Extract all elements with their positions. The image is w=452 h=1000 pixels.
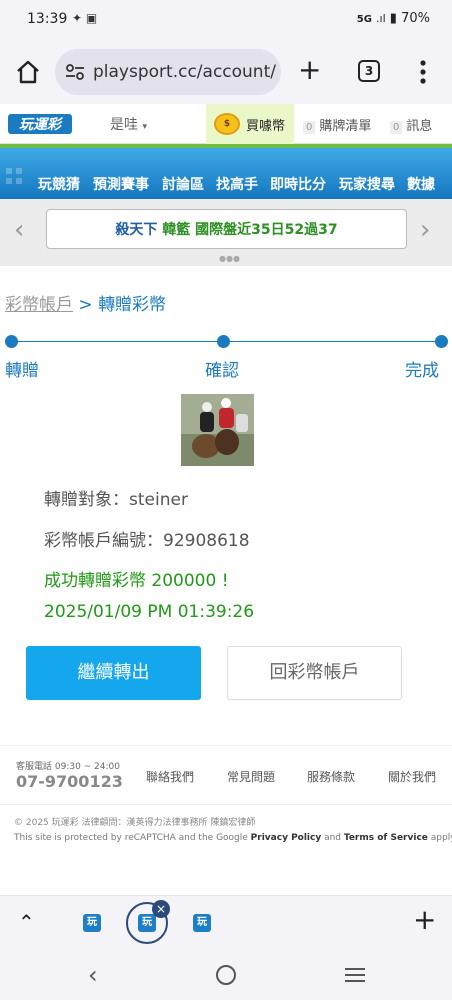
tab-strip: ⌃ 玩 玩 × 玩 + — [0, 895, 452, 951]
user-name: 是哇 — [110, 117, 138, 133]
network-label: 5G — [356, 14, 372, 25]
recaptcha-prefix: This site is protected by reCAPTCHA and … — [14, 833, 251, 843]
battery-icon: ▮ — [389, 11, 397, 26]
more-menu-icon[interactable] — [420, 60, 426, 84]
user-menu[interactable]: 是哇 ▾ — [110, 114, 147, 134]
footer-link-terms[interactable]: 服務條款 — [307, 768, 355, 785]
nav-item-experts[interactable]: 找高手 — [216, 174, 258, 194]
cart-label: 購牌清單 — [319, 119, 372, 134]
new-tab-icon[interactable]: + — [298, 56, 321, 84]
avatar — [181, 394, 254, 466]
privacy-policy-link[interactable]: Privacy Policy — [251, 833, 322, 843]
step-dot-3 — [435, 335, 448, 348]
nav-item-livescore[interactable]: 即時比分 — [270, 174, 326, 194]
battery-level: 70% — [401, 11, 430, 26]
step-label-transfer: 轉贈 — [5, 361, 39, 381]
status-time: 13:39 — [27, 11, 68, 27]
footer-link-faq[interactable]: 常見問題 — [227, 768, 275, 785]
nav-item-guess[interactable]: 玩競猜 — [38, 174, 80, 194]
message-count-badge: 0 — [390, 121, 403, 134]
step-label-done: 完成 — [405, 361, 439, 381]
add-tab-icon[interactable]: + — [413, 906, 436, 934]
hotline-label: 客服電話 09:30 ~ 24:00 — [16, 762, 120, 772]
site-logo[interactable]: 玩運彩 — [8, 112, 72, 136]
recipient-text: 轉贈對象：steiner — [44, 490, 188, 510]
tab-thumb-2[interactable]: 玩 — [138, 914, 156, 932]
footer-link-contact[interactable]: 聯絡我們 — [146, 768, 194, 785]
chevron-left-icon[interactable]: ‹ — [14, 215, 24, 245]
continue-transfer-button[interactable]: 繼續轉出 — [26, 646, 201, 700]
back-icon[interactable]: ‹ — [88, 961, 98, 989]
caret-down-icon: ▾ — [142, 122, 147, 132]
account-number-text: 彩幣帳戶編號：92908618 — [44, 531, 250, 551]
nav-item-stats[interactable]: 數據 — [407, 174, 435, 194]
step-label-confirm: 確認 — [205, 361, 239, 381]
notification-icons: ✦ ▣ — [72, 11, 98, 25]
browser-toolbar: playsport.cc/account/ + 3 — [0, 40, 452, 104]
status-right: 5G .ıl ▮ 70% — [357, 11, 430, 26]
tab-switcher-button[interactable]: 3 — [358, 60, 380, 82]
chevron-up-icon[interactable]: ⌃ — [18, 910, 35, 934]
buy-coin-button[interactable]: $ 買噱幣 — [206, 104, 294, 144]
step-dot-2 — [217, 335, 230, 348]
cart-link[interactable]: 0 購牌清單 — [303, 115, 371, 134]
status-bar: 13:39 ✦ ▣ 5G .ıl ▮ 70% — [0, 0, 452, 40]
recaptcha-notice: This site is protected by reCAPTCHA and … — [14, 833, 452, 843]
promo-banner[interactable]: 殺天下 韓籃 國際盤近35日52過37 — [46, 209, 407, 249]
recaptcha-apply: apply. — [430, 833, 452, 843]
breadcrumb-separator: > — [78, 295, 93, 315]
coin-icon: $ — [214, 113, 240, 135]
home-circle-icon[interactable] — [216, 965, 236, 985]
step-dot-1 — [5, 335, 18, 348]
promo-text: 國際盤近35日52過37 — [195, 222, 338, 238]
transfer-datetime: 2025/01/09 PM 01:39:26 — [44, 602, 255, 622]
signal-icon: .ıl — [376, 12, 386, 25]
site-header: 玩運彩 是哇 ▾ $ 買噱幣 0 購牌清單 0 訊息 — [0, 104, 452, 144]
cart-count-badge: 0 — [303, 121, 316, 134]
promo-carousel: ‹ 殺天下 韓籃 國際盤近35日52過37 › ●●● — [0, 199, 452, 266]
terms-of-service-link[interactable]: Terms of Service — [344, 833, 428, 843]
buy-coin-label: 買噱幣 — [246, 119, 286, 134]
logo-text: 玩運彩 — [19, 117, 64, 133]
system-nav-bar: ‹ — [0, 951, 452, 1000]
main-nav: 玩競猜 預測賽事 討論區 找高手 即時比分 玩家搜尋 數據 — [0, 144, 452, 199]
hotline-number[interactable]: 07-9700123 — [16, 772, 123, 791]
success-message: 成功轉贈彩幣 200000 ! — [44, 571, 229, 591]
breadcrumb-coin-account[interactable]: 彩幣帳戶 — [5, 295, 73, 315]
tab-thumb-3[interactable]: 玩 — [193, 914, 211, 932]
nav-item-player-search[interactable]: 玩家搜尋 — [339, 174, 395, 194]
recents-icon[interactable] — [345, 967, 365, 983]
breadcrumb: 彩幣帳戶 > 轉贈彩幣 — [5, 290, 166, 315]
close-tab-icon[interactable]: × — [152, 900, 170, 918]
promo-team: 韓籃 — [162, 222, 191, 238]
copyright-text: © 2025 玩運彩 法律顧問：漢英得力法律事務所 陳鎮宏律師 — [14, 818, 256, 828]
messages-label: 訊息 — [406, 119, 433, 134]
back-to-account-button[interactable]: 回彩幣帳戶 — [227, 646, 402, 700]
site-settings-icon[interactable] — [65, 63, 85, 81]
address-bar[interactable]: playsport.cc/account/ — [55, 49, 281, 95]
messages-link[interactable]: 0 訊息 — [390, 115, 432, 134]
footer-link-about[interactable]: 關於我們 — [388, 768, 436, 785]
url-text: playsport.cc/account/ — [93, 62, 276, 82]
home-icon[interactable] — [14, 58, 42, 86]
footer-links-bar: 客服電話 09:30 ~ 24:00 07-9700123 聯絡我們 常見問題 … — [0, 745, 452, 805]
breadcrumb-current: 轉贈彩幣 — [98, 295, 167, 315]
nav-item-forum[interactable]: 討論區 — [162, 174, 204, 194]
menu-grid-icon[interactable] — [0, 148, 40, 199]
chevron-right-icon[interactable]: › — [420, 215, 430, 245]
recaptcha-and: and — [321, 833, 344, 843]
tab-thumb-1[interactable]: 玩 — [83, 914, 101, 932]
nav-item-predict[interactable]: 預測賽事 — [93, 174, 149, 194]
promo-name: 殺天下 — [115, 222, 158, 238]
carousel-dots: ●●● — [219, 254, 240, 263]
